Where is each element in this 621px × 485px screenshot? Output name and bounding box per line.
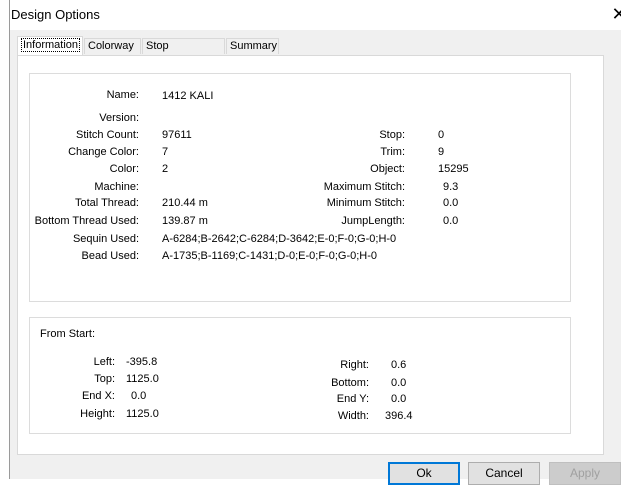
- background-window-edge: [0, 0, 10, 479]
- stitch-count-value: 97611: [162, 129, 192, 141]
- sequin-used-label: Sequin Used:: [72, 233, 139, 245]
- bead-used-value: A-1735;B-1169;C-1431;D-0;E-0;F-0;G-0;H-0: [162, 250, 377, 262]
- tab-stop-sequence[interactable]: Stop Sequence: [142, 38, 225, 67]
- total-thread-value: 210.44 m: [162, 197, 208, 209]
- object-value: 15295: [438, 163, 469, 175]
- tab-summary[interactable]: Summary: [226, 38, 279, 54]
- left-value: -395.8: [126, 356, 158, 368]
- minimum-stitch-label: Minimum Stitch:: [326, 197, 405, 209]
- bottom-thread-value: 139.87 m: [162, 215, 208, 227]
- title-bar[interactable]: Design Options ✕: [10, 0, 621, 30]
- maximum-stitch-label: Maximum Stitch:: [323, 181, 405, 193]
- minimum-stitch-value: 0.0: [443, 197, 459, 209]
- right-value: 0.6: [391, 359, 407, 371]
- dialog-title: Design Options: [11, 7, 100, 22]
- design-options-dialog: Design Options ✕ Information Colorway St…: [0, 0, 621, 485]
- trim-value: 9: [438, 146, 445, 158]
- left-label: Left:: [93, 356, 115, 368]
- close-icon[interactable]: ✕: [607, 4, 621, 26]
- sequin-used-value: A-6284;B-2642;C-6284;D-3642;E-0;F-0;G-0;…: [162, 233, 397, 245]
- change-color-label: Change Color:: [68, 146, 139, 158]
- bead-used-label: Bead Used:: [81, 250, 139, 262]
- maximum-stitch-value: 9.3: [443, 181, 459, 193]
- bottom-value: 0.0: [391, 377, 407, 389]
- bottom-thread-label: Bottom Thread Used:: [34, 215, 139, 227]
- end-y-value: 0.0: [391, 393, 407, 405]
- right-label: Right:: [340, 359, 369, 371]
- end-y-label: End Y:: [336, 393, 369, 405]
- tab-label: Summary: [230, 40, 278, 52]
- tab-label: Information: [21, 38, 81, 52]
- from-start-heading: From Start:: [40, 328, 96, 340]
- width-label: Width:: [337, 410, 369, 422]
- stop-label: Stop:: [379, 129, 405, 141]
- top-value: 1125.0: [126, 373, 159, 385]
- apply-button[interactable]: Apply: [549, 462, 621, 485]
- width-value: 396.4: [385, 410, 413, 422]
- trim-label: Trim:: [380, 146, 405, 158]
- end-x-value: 0.0: [131, 390, 147, 402]
- total-thread-label: Total Thread:: [74, 197, 139, 209]
- top-label: Top:: [94, 373, 115, 385]
- jump-length-label: JumpLength:: [341, 215, 405, 227]
- height-value: 1125.0: [126, 408, 159, 420]
- machine-label: Machine:: [94, 181, 139, 193]
- ok-button[interactable]: Ok: [388, 462, 460, 485]
- stop-value: 0: [438, 129, 445, 141]
- color-label: Color:: [109, 163, 139, 175]
- jump-length-value: 0.0: [443, 215, 459, 227]
- tab-label: Colorway: [88, 40, 134, 52]
- tab-information[interactable]: Information: [17, 36, 83, 55]
- stitch-count-label: Stitch Count:: [76, 129, 139, 141]
- cancel-button[interactable]: Cancel: [468, 462, 540, 485]
- name-label: Name:: [106, 89, 139, 101]
- end-x-label: End X:: [81, 390, 115, 402]
- bottom-label: Bottom:: [331, 377, 369, 389]
- color-value: 2: [162, 163, 169, 175]
- object-label: Object:: [370, 163, 405, 175]
- height-label: Height:: [80, 408, 115, 420]
- version-label: Version:: [99, 112, 139, 124]
- tab-colorway[interactable]: Colorway: [84, 38, 141, 54]
- change-color-value: 7: [162, 146, 169, 158]
- name-value: 1412 KALI: [162, 90, 214, 102]
